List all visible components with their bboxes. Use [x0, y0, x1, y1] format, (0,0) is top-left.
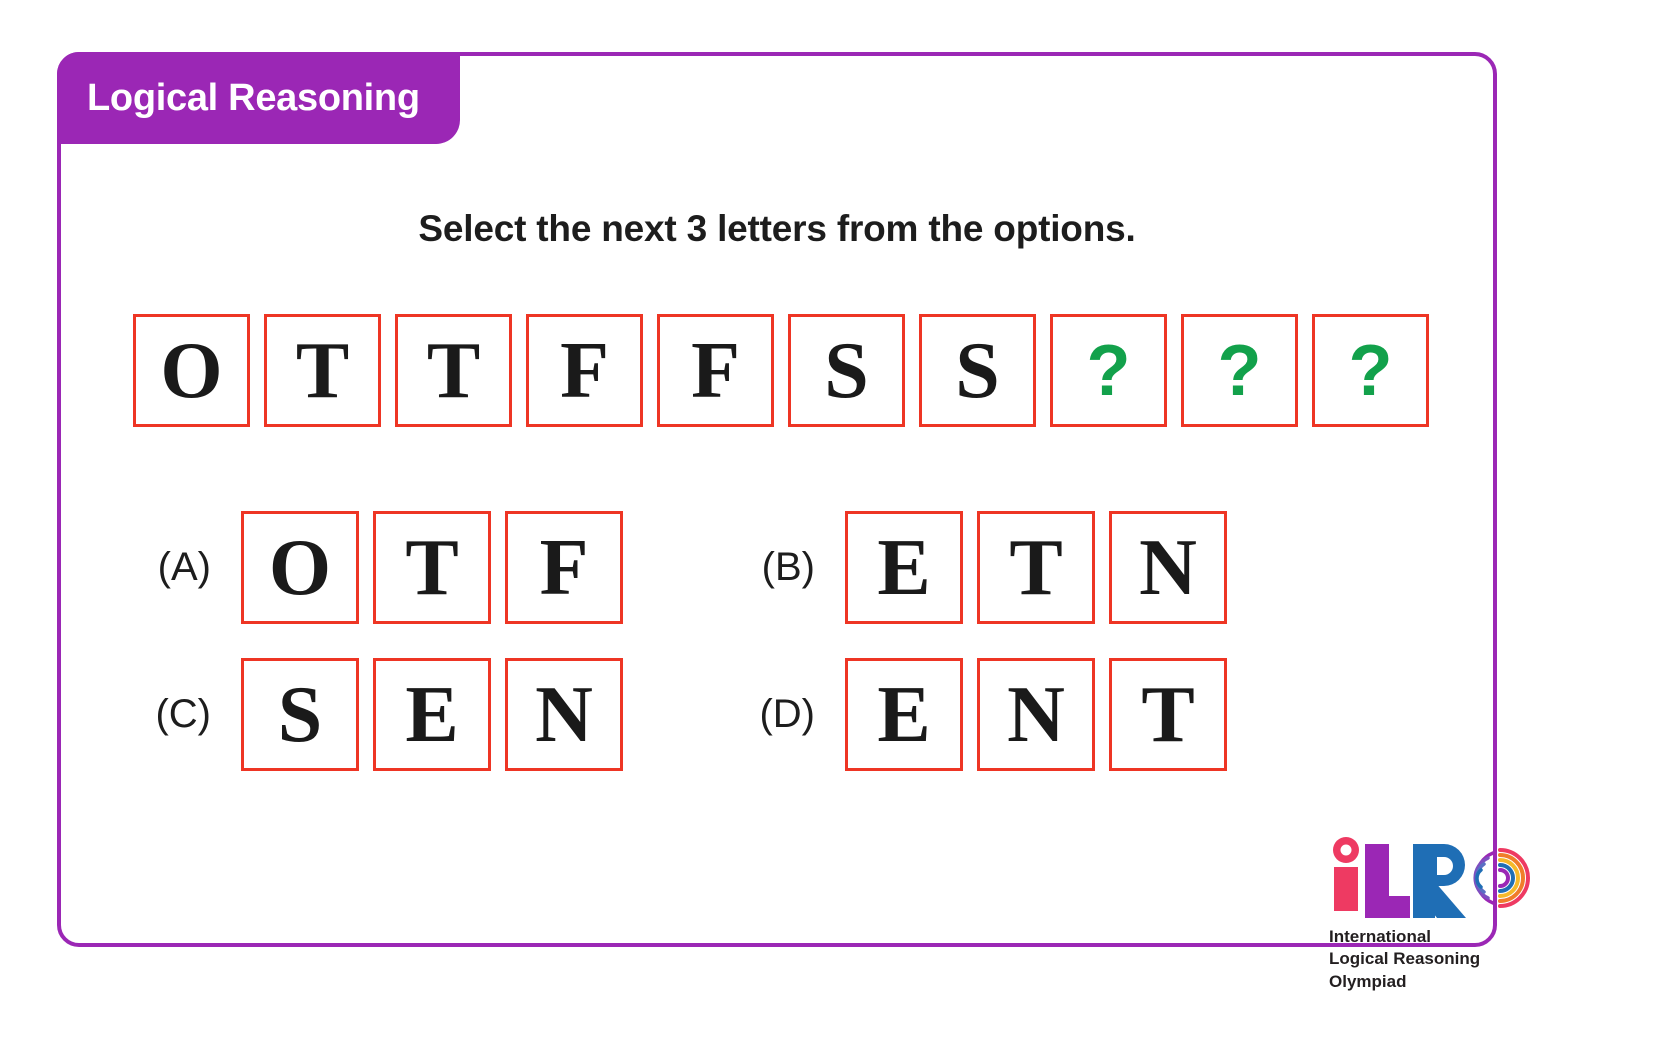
option-letter: E [405, 670, 459, 759]
logo-l-icon [1365, 844, 1410, 918]
tagline-line-1: International [1329, 927, 1432, 946]
option-cell[interactable]: N [977, 658, 1095, 771]
tagline-line-2: Logical Reasoning [1329, 949, 1481, 969]
sequence-cell-unknown: ? [1181, 314, 1298, 427]
option-cell[interactable]: O [241, 511, 359, 624]
logo-i-icon [1333, 837, 1359, 912]
sequence-letter: T [426, 326, 481, 415]
option-cell[interactable]: T [977, 511, 1095, 624]
question-mark-icon: ? [1217, 330, 1262, 411]
option-c-label: (C) [155, 692, 211, 736]
ilro-logo-tagline: International Logical Reasoning Olympiad [1329, 926, 1544, 993]
sequence-cell: T [264, 314, 381, 427]
question-prompt: Select the next 3 letters from the optio… [418, 208, 1136, 249]
option-d-cells: E N T [845, 658, 1227, 771]
sequence-cell: F [526, 314, 643, 427]
ilro-logo-mark [1329, 837, 1544, 918]
sequence-letter: S [824, 326, 869, 415]
option-letter: O [268, 523, 332, 612]
option-b-cells: E T N [845, 511, 1227, 624]
tagline-line-3: Olympiad [1329, 971, 1407, 991]
option-letter: E [877, 523, 931, 612]
sequence-letter: F [560, 326, 609, 415]
option-cell[interactable]: S [241, 658, 359, 771]
category-badge: Logical Reasoning [57, 52, 460, 144]
sequence-cell: O [133, 314, 250, 427]
category-badge-label: Logical Reasoning [87, 76, 420, 119]
option-a[interactable]: (A) O T F [141, 511, 745, 624]
sequence-letter: S [955, 326, 1000, 415]
option-letter: N [535, 670, 593, 759]
logo-spiral-icon [1469, 847, 1531, 916]
option-letter: N [1139, 523, 1197, 612]
sequence-row: O T T F F S S ? ? ? [133, 314, 1429, 427]
sequence-letter: O [160, 326, 223, 415]
sequence-letter: T [295, 326, 350, 415]
sequence-cell: S [919, 314, 1036, 427]
sequence-cell-unknown: ? [1050, 314, 1167, 427]
sequence-cell: S [788, 314, 905, 427]
option-cell[interactable]: T [1109, 658, 1227, 771]
question-card: Logical Reasoning Select the next 3 lett… [57, 52, 1530, 991]
option-letter: S [277, 670, 323, 759]
option-b[interactable]: (B) E T N [745, 511, 1349, 624]
sequence-letter: F [691, 326, 740, 415]
logo-r-icon [1413, 844, 1466, 918]
option-letter: E [877, 670, 931, 759]
option-a-cells: O T F [241, 511, 623, 624]
option-cell[interactable]: T [373, 511, 491, 624]
sequence-cell-unknown: ? [1312, 314, 1429, 427]
option-cell[interactable]: N [1109, 511, 1227, 624]
option-a-label: (A) [157, 545, 211, 589]
question-mark-icon: ? [1348, 330, 1393, 411]
sequence-cell: T [395, 314, 512, 427]
option-letter: T [405, 523, 459, 612]
ilro-wordmark [1329, 837, 1531, 918]
option-letter: T [1141, 670, 1195, 759]
option-letter: T [1009, 523, 1063, 612]
option-cell[interactable]: F [505, 511, 623, 624]
option-cell[interactable]: N [505, 658, 623, 771]
options-row-1: (A) O T F (B) E T N [141, 511, 1431, 624]
option-c[interactable]: (C) S E N [141, 658, 745, 771]
option-b-label: (B) [761, 545, 815, 589]
option-d[interactable]: (D) E N T [745, 658, 1349, 771]
option-d-label: (D) [759, 692, 815, 736]
sequence-cell: F [657, 314, 774, 427]
option-cell[interactable]: E [845, 658, 963, 771]
options-row-2: (C) S E N (D) E N T [141, 658, 1431, 771]
option-letter: N [1007, 670, 1065, 759]
page-root: Logical Reasoning Select the next 3 lett… [0, 0, 1654, 1064]
question-mark-icon: ? [1086, 330, 1131, 411]
option-c-cells: S E N [241, 658, 623, 771]
option-cell[interactable]: E [845, 511, 963, 624]
ilro-logo: International Logical Reasoning Olympiad [1329, 837, 1544, 993]
options-grid: (A) O T F (B) E T N (C) S E N (D) E N T [141, 511, 1431, 805]
option-cell[interactable]: E [373, 658, 491, 771]
option-letter: F [539, 523, 589, 612]
